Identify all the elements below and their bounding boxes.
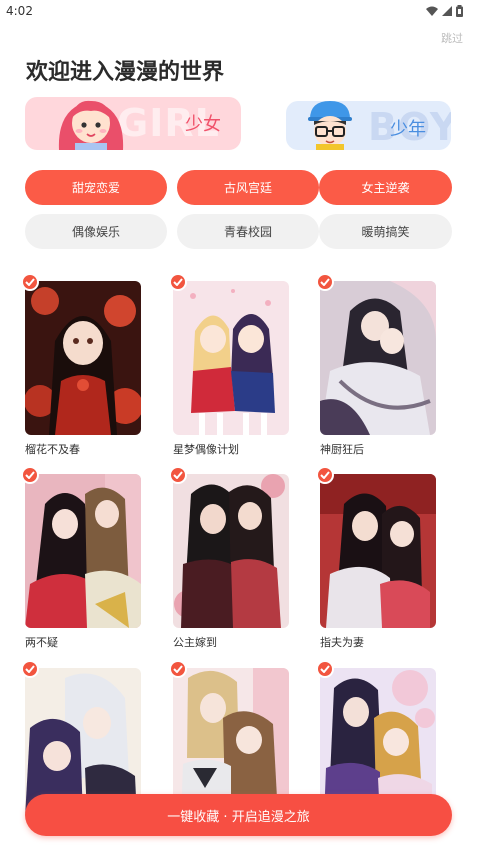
checkmark-icon[interactable]: [21, 660, 39, 678]
comic-cover[interactable]: [173, 281, 289, 435]
comic-title: 两不疑: [25, 636, 58, 649]
checkmark-icon[interactable]: [169, 273, 187, 291]
checkmark-icon[interactable]: [316, 273, 334, 291]
skip-button[interactable]: 跳过: [441, 30, 463, 46]
checkmark-icon[interactable]: [21, 273, 39, 291]
battery-icon: [456, 5, 463, 17]
comic-cover[interactable]: [173, 474, 289, 628]
tag-sweet-romance[interactable]: 甜宠恋爱: [25, 170, 167, 205]
checkmark-icon[interactable]: [169, 660, 187, 678]
comic-title: 神厨狂后: [320, 443, 364, 456]
comic-card[interactable]: 指夫为妻: [316, 466, 436, 650]
collect-all-button[interactable]: 一键收藏 · 开启追漫之旅: [25, 794, 452, 836]
checkmark-icon[interactable]: [316, 660, 334, 678]
comic-cover[interactable]: [25, 281, 141, 435]
tag-ancient-palace[interactable]: 古风宫廷: [177, 170, 319, 205]
comic-card[interactable]: 神厨狂后: [316, 273, 436, 457]
comic-title: 榴花不及春: [25, 443, 80, 456]
checkmark-icon[interactable]: [21, 466, 39, 484]
tag-cute-comedy[interactable]: 暖萌搞笑: [319, 214, 452, 249]
comic-card[interactable]: 公主嫁到: [169, 466, 289, 650]
comic-cover[interactable]: [25, 474, 141, 628]
boy-avatar-icon: [308, 101, 352, 150]
tag-heroine-comeback[interactable]: 女主逆袭: [319, 170, 452, 205]
checkmark-icon[interactable]: [316, 466, 334, 484]
comic-card[interactable]: 星梦偶像计划: [169, 273, 289, 457]
status-bar: 4:02: [0, 0, 477, 22]
comic-cover[interactable]: [320, 281, 436, 435]
gender-card-boy[interactable]: BOY 少年: [286, 101, 451, 150]
gender-boy-label: 少年: [390, 119, 426, 140]
comic-title: 指夫为妻: [320, 636, 364, 649]
wifi-icon: [426, 6, 438, 16]
gender-card-girl[interactable]: GIRL 少女: [25, 97, 241, 150]
comic-cover[interactable]: [320, 474, 436, 628]
comic-card[interactable]: 榴花不及春: [21, 273, 141, 457]
comic-title: 星梦偶像计划: [173, 443, 239, 456]
tag-idol-entertainment[interactable]: 偶像娱乐: [25, 214, 167, 249]
tag-campus-youth[interactable]: 青春校园: [177, 214, 319, 249]
signal-icon: [442, 6, 452, 16]
checkmark-icon[interactable]: [169, 466, 187, 484]
page-title: 欢迎进入漫漫的世界: [26, 60, 225, 85]
status-icons: [426, 5, 463, 17]
girl-avatar-icon: [58, 100, 124, 150]
comic-title: 公主嫁到: [173, 636, 217, 649]
gender-girl-label: 少女: [185, 114, 221, 135]
comic-card[interactable]: 两不疑: [21, 466, 141, 650]
status-time: 4:02: [6, 4, 33, 18]
